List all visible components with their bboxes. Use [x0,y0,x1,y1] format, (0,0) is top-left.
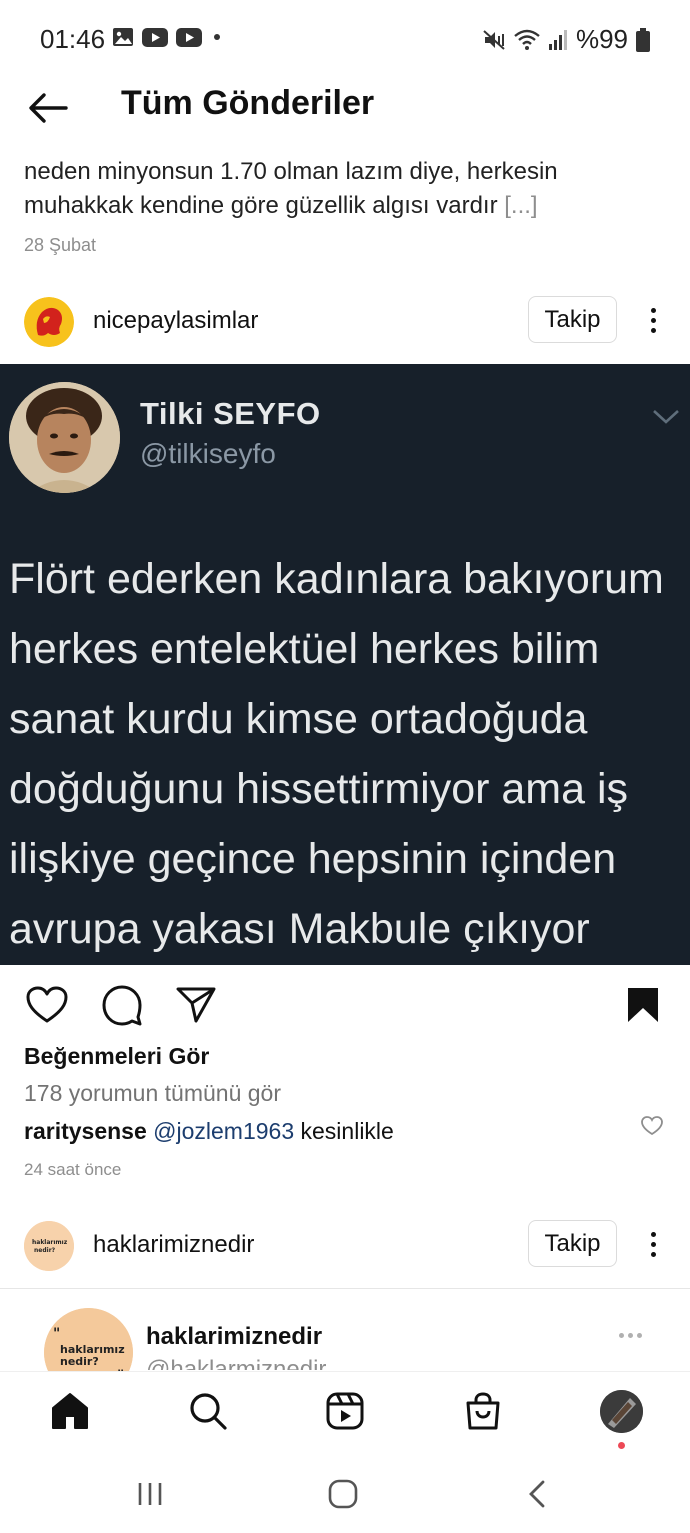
tweet-author-name: Tilki SEYFO [140,396,321,431]
youtube-icon [176,27,202,47]
post-actions [0,976,690,1032]
chevron-down-icon [653,410,679,424]
embed-author-name: haklarimiznedir [146,1323,323,1350]
profile-avatar [599,1389,643,1433]
image-icon [113,28,133,46]
comment-mention[interactable]: @jozlem1963 [153,1118,294,1144]
embed-author-handle: @haklarmiznedir [146,1356,327,1370]
tweet-author-handle: @tilkiseyfo [140,438,276,469]
back-system-button[interactable] [517,1477,557,1511]
follow-button[interactable]: Takip [528,296,617,343]
chevron-left-icon [529,1480,545,1508]
post-username[interactable]: nicepaylasimlar [93,307,258,335]
tweet-line: Flört ederken kadınlara bakıyorum [9,555,664,603]
post-header: nicepaylasimlar Takip [0,294,690,350]
avatar[interactable] [24,297,74,347]
svg-text:nedir?: nedir? [34,1247,56,1254]
reels-icon [326,1392,364,1430]
view-all-comments-link[interactable]: 178 yorumun tümünü gör [24,1080,281,1107]
more-options-button[interactable] [638,300,668,340]
svg-text:": " [53,1326,60,1342]
divider [0,1288,690,1289]
comment-button[interactable] [99,982,145,1028]
search-icon [190,1393,227,1430]
more-options-button[interactable] [638,1224,668,1264]
send-icon [176,987,216,1023]
mute-vibrate-icon [483,29,505,50]
caption-line: muhakkak kendine göre güzellik algısı va… [24,189,664,223]
comment-icon [102,985,142,1026]
post-timestamp: 24 saat önce [24,1160,122,1179]
arrow-left-icon [29,93,68,123]
nav-home[interactable] [47,1388,93,1434]
home-circle-icon [328,1479,358,1509]
battery-percent: %99 [575,24,628,54]
comment-preview: raritysense @jozlem1963 kesinlikle [24,1118,394,1145]
avatar[interactable]: haklarımız nedir? [24,1221,74,1271]
nav-search[interactable] [185,1388,231,1434]
caption-more-link[interactable]: [...] [504,192,537,219]
comment-like-button[interactable] [641,1116,663,1141]
tweet-avatar [9,382,120,493]
battery-icon [636,27,650,52]
portrait-image [9,382,120,493]
heart-icon [641,1116,663,1136]
tweet-text: Flört ederken kadınlara bakıyorum herkes… [9,544,689,964]
post-header: haklarımız nedir? haklarimiznedir Takip [0,1218,690,1274]
embed-more-icon [619,1333,642,1338]
recent-apps-icon [138,1483,162,1505]
previous-post-date: 28 Şubat [24,235,97,255]
page-title: Tüm Gönderiler [121,84,375,122]
dot-icon [214,34,220,40]
top-bar: Tüm Gönderiler [0,78,690,138]
tweet-line: doğduğunu hissettirmiyor ama iş [9,765,629,813]
save-button[interactable] [620,982,666,1028]
tweet-line: avrupa yakası Makbule çıkıyor [9,905,590,953]
tweet-line: sanat kurdu kimse ortadoğuda [9,695,588,743]
notification-dot [618,1442,625,1449]
system-navigation [0,1457,690,1533]
nicepaylasimlar-logo-icon [24,297,74,347]
comment-text: kesinlikle [294,1118,394,1144]
svg-text:nedir?: nedir? [60,1355,99,1368]
status-bar: 01:46 %99 [0,0,690,78]
shop-icon [466,1392,500,1430]
notification-icons [112,27,224,47]
status-time: 01:46 [40,24,106,54]
see-likes-link[interactable]: Beğenmeleri Gör [24,1043,209,1070]
nav-profile[interactable] [598,1388,644,1434]
previous-post-caption: neden minyonsun 1.70 olman lazım diye, h… [24,155,664,223]
post-image[interactable]: Tilki SEYFO @tilkiseyfo Flört ederken ka… [0,364,690,965]
youtube-icon [142,27,168,47]
signal-icon [548,29,567,50]
home-icon [52,1393,88,1429]
caption-line: neden minyonsun 1.70 olman lazım diye, h… [24,158,558,185]
back-button[interactable] [26,86,70,130]
haklarimiznedir-logo-icon: haklarımız nedir? [24,1221,74,1271]
system-status: %99 [482,24,650,55]
wifi-icon [514,29,540,50]
home-system-button[interactable] [323,1477,363,1511]
tweet-line: herkes entelektüel herkes bilim [9,625,600,673]
like-button[interactable] [24,982,70,1028]
tweet-line: ilişkiye geçince hepsinin içinden [9,835,617,883]
heart-icon [26,986,68,1023]
follow-button[interactable]: Takip [528,1220,617,1267]
nav-shop[interactable] [460,1388,506,1434]
share-button[interactable] [173,982,219,1028]
caption-text: muhakkak kendine göre güzellik algısı va… [24,192,498,219]
post-username[interactable]: haklarimiznedir [93,1231,254,1259]
recent-apps-button[interactable] [130,1477,170,1511]
comment-username[interactable]: raritysense [24,1118,147,1144]
nav-reels[interactable] [322,1388,368,1434]
svg-text:haklarımız: haklarımız [32,1239,68,1246]
bookmark-filled-icon [628,988,658,1022]
bottom-navigation [0,1371,690,1457]
